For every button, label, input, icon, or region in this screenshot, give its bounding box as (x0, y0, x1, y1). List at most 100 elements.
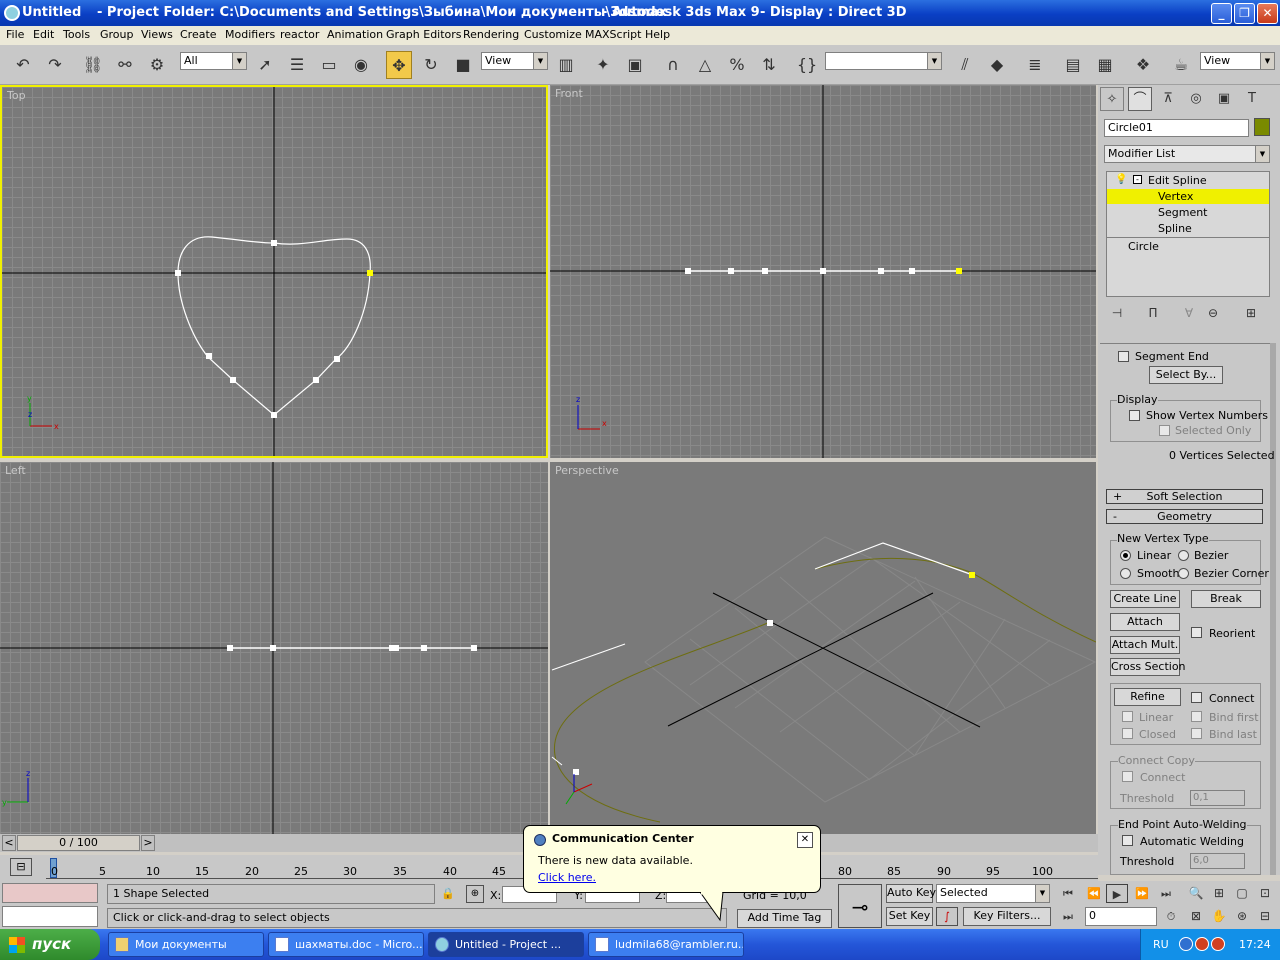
modify-tab-icon[interactable]: ⌒ (1128, 87, 1152, 111)
connect-copy-checkbox[interactable] (1122, 771, 1133, 782)
undo-icon[interactable]: ↶ (10, 51, 36, 79)
language-indicator[interactable]: RU (1153, 938, 1169, 951)
minimize-button[interactable]: _ (1211, 3, 1232, 24)
mini-curve-editor-icon[interactable]: ⊟ (10, 858, 32, 876)
lightbulb-icon[interactable]: 💡 (1115, 174, 1127, 185)
zoom-icon[interactable]: 🔍 (1185, 884, 1207, 903)
select-and-move-icon[interactable]: ✥ (386, 51, 412, 79)
menu-edit[interactable]: Edit (33, 28, 54, 41)
schematic-view-icon[interactable]: ▦ (1092, 51, 1118, 79)
viewport-front[interactable]: Front xz (550, 85, 1096, 458)
remove-modifier-icon[interactable]: ⊖ (1202, 303, 1224, 323)
zoom-all-icon[interactable]: ⊞ (1208, 884, 1230, 903)
tray-icon[interactable] (1211, 937, 1225, 951)
menu-customize[interactable]: Customize (524, 28, 582, 41)
time-slider-prev[interactable]: < (2, 835, 16, 851)
goto-end-icon[interactable]: ⏭ (1155, 884, 1177, 903)
taskbar-item-3dsmax[interactable]: Untitled - Project ... (428, 932, 584, 957)
pivot-center-icon[interactable]: ▥ (553, 51, 579, 79)
select-and-rotate-icon[interactable]: ↻ (418, 51, 444, 79)
zoom-extents-icon[interactable]: ▢ (1231, 884, 1253, 903)
menu-help[interactable]: Help (645, 28, 670, 41)
time-slider-thumb[interactable]: 0 / 100 (17, 835, 140, 851)
bind-first-checkbox[interactable] (1191, 711, 1202, 722)
key-mode-toggle-icon[interactable]: ⏭ (1057, 907, 1079, 926)
select-by-button[interactable]: Select By... (1149, 366, 1223, 384)
create-line-button[interactable]: Create Line (1110, 590, 1180, 608)
edit-named-selections-icon[interactable]: {} (794, 51, 820, 79)
keyboard-shortcut-icon[interactable]: ▣ (622, 51, 648, 79)
close-button[interactable]: ✕ (1257, 3, 1278, 24)
align-icon[interactable]: ◆ (984, 51, 1010, 79)
tray-icon[interactable] (1195, 937, 1209, 951)
automatic-welding-checkbox[interactable] (1122, 835, 1133, 846)
viewport-perspective[interactable]: Perspective (550, 462, 1096, 834)
connect-checkbox[interactable] (1191, 692, 1202, 703)
window-crossing-icon[interactable]: ◉ (348, 51, 374, 79)
soft-selection-rollout[interactable]: + Soft Selection (1106, 489, 1263, 504)
key-mode-dropdown[interactable]: Selected ▼ (936, 884, 1050, 903)
bezier-radio[interactable] (1178, 550, 1189, 561)
absolute-mode-icon[interactable]: ⊕ (466, 885, 484, 903)
stack-item-circle[interactable]: Circle (1128, 240, 1159, 253)
taskbar-item-word[interactable]: шахматы.doc - Micro... (268, 932, 424, 957)
smooth-radio[interactable] (1120, 568, 1131, 579)
collapse-icon[interactable]: - (1133, 175, 1142, 184)
redo-icon[interactable]: ↷ (42, 51, 68, 79)
pin-stack-icon[interactable]: ⊣ (1106, 303, 1128, 323)
menu-rendering[interactable]: Rendering (463, 28, 519, 41)
create-tab-icon[interactable]: ✧ (1100, 87, 1124, 111)
rectangular-selection-icon[interactable]: ▭ (316, 51, 342, 79)
app-icon[interactable] (4, 5, 20, 21)
arc-rotate-icon[interactable]: ⊛ (1231, 907, 1253, 926)
select-manipulate-icon[interactable]: ✦ (590, 51, 616, 79)
maximize-viewport-icon[interactable]: ⊟ (1254, 907, 1276, 926)
geometry-rollout[interactable]: - Geometry (1106, 509, 1263, 524)
auto-key-button[interactable]: Auto Key (886, 884, 936, 903)
reorient-checkbox[interactable] (1191, 627, 1202, 638)
play-icon[interactable]: ▶ (1106, 884, 1128, 903)
object-name-field[interactable]: Circle01 (1104, 119, 1249, 137)
balloon-link[interactable]: Click here. (538, 871, 596, 884)
linear-radio[interactable] (1120, 550, 1131, 561)
stack-item-segment[interactable]: Segment (1158, 206, 1208, 219)
viewport-left[interactable]: Left yz (0, 462, 548, 834)
select-and-link-icon[interactable]: ⛓ (80, 51, 106, 79)
refine-button[interactable]: Refine (1114, 688, 1181, 706)
segment-end-checkbox[interactable] (1118, 351, 1129, 362)
bind-last-checkbox[interactable] (1191, 728, 1202, 739)
menu-reactor[interactable]: reactor (280, 28, 319, 41)
add-time-tag-button[interactable]: Add Time Tag (737, 909, 832, 928)
maximize-button[interactable]: ❐ (1234, 3, 1255, 24)
closed-checkbox[interactable] (1122, 728, 1133, 739)
select-by-name-icon[interactable]: ☰ (284, 51, 310, 79)
object-color-swatch[interactable] (1254, 118, 1270, 136)
threshold2-spinner[interactable]: 6,0 (1190, 853, 1245, 869)
taskbar-item-mail[interactable]: ludmila68@rambler.ru... (588, 932, 744, 957)
stack-item-spline[interactable]: Spline (1158, 222, 1192, 235)
utilities-tab-icon[interactable]: T (1240, 87, 1264, 111)
hierarchy-tab-icon[interactable]: ⊼ (1156, 87, 1180, 111)
angle-snap-icon[interactable]: △ (692, 51, 718, 79)
selection-filter-dropdown[interactable]: All ▼ (180, 52, 247, 70)
balloon-close-button[interactable]: ✕ (797, 832, 813, 848)
selected-only-checkbox[interactable] (1159, 425, 1170, 436)
menu-animation[interactable]: Animation (327, 28, 383, 41)
pan-icon[interactable]: ✋ (1208, 907, 1230, 926)
stack-item-vertex[interactable]: Vertex (1107, 189, 1269, 204)
viewport-top[interactable]: Top xyz (0, 85, 548, 458)
time-configuration-icon[interactable]: ⏱ (1160, 907, 1182, 926)
menu-maxscript[interactable]: MAXScript (585, 28, 641, 41)
menu-graph-editors[interactable]: Graph Editors (386, 28, 462, 41)
bind-space-warp-icon[interactable]: ⚙ (144, 51, 170, 79)
key-tangent-icon[interactable]: ∫ (936, 907, 958, 926)
render-scene-icon[interactable]: ☕ (1168, 51, 1194, 79)
goto-start-icon[interactable]: ⏮ (1057, 884, 1079, 903)
show-end-result-icon[interactable]: Π (1142, 303, 1164, 323)
linear-checkbox[interactable] (1122, 711, 1133, 722)
lock-selection-icon[interactable]: 🔒 (440, 885, 456, 903)
previous-frame-icon[interactable]: ⏪ (1083, 884, 1105, 903)
tray-icon[interactable] (1179, 937, 1193, 951)
menu-tools[interactable]: Tools (63, 28, 90, 41)
threshold-spinner[interactable]: 0,1 (1190, 790, 1245, 806)
